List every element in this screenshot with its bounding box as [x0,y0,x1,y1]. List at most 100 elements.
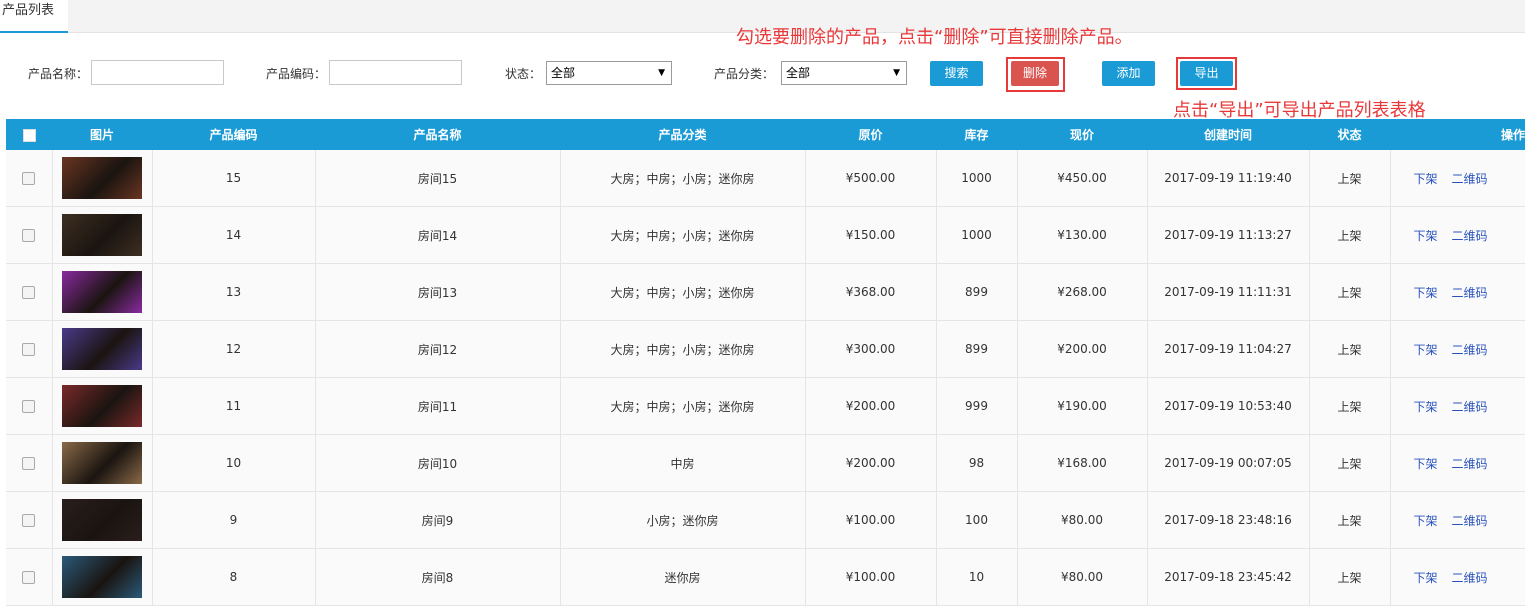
row-checkbox[interactable] [22,343,36,356]
row-checkbox[interactable] [22,400,36,413]
product-code: 14 [152,206,316,264]
row-select-cell [6,434,53,492]
product-code-input[interactable] [329,60,462,85]
select-all-header[interactable] [6,119,52,150]
row-checkbox[interactable] [22,172,36,185]
search-button[interactable]: 搜索 [930,61,983,86]
add-button[interactable]: 添加 [1102,61,1155,86]
category-label: 产品分类： [714,67,775,81]
delete-highlight-box [1006,57,1065,92]
current-price: ¥268.00 [1017,263,1148,321]
product-code: 12 [152,320,316,378]
tab-product-list[interactable]: 产品列表 [0,0,69,33]
status-select-value: 全部 [551,66,576,80]
row-actions: 下架 二维码 [1390,434,1525,492]
row-actions: 下架 二维码 [1390,150,1525,207]
takedown-link[interactable]: 下架 [1414,172,1438,186]
header-original-price: 原价 [805,119,936,150]
created-time: 2017-09-19 11:11:31 [1147,263,1310,321]
row-checkbox[interactable] [22,286,36,299]
takedown-link[interactable]: 下架 [1414,229,1438,243]
row-actions: 下架 二维码 [1390,377,1525,435]
row-image-cell [52,377,153,435]
row-image-cell [52,263,153,321]
status-select[interactable]: 全部 ▼ [546,61,672,85]
stock: 1000 [936,206,1018,264]
product-thumbnail [62,442,142,484]
table-row: 12 房间12 大房；中房；小房；迷你房 ¥300.00 899 ¥200.00 2017-… [6,320,1525,378]
takedown-link[interactable]: 下架 [1414,286,1438,300]
row-actions: 下架 二维码 [1390,548,1525,606]
qrcode-link[interactable]: 二维码 [1452,457,1488,471]
row-select-cell [6,206,53,264]
product-code: 11 [152,377,316,435]
row-checkbox[interactable] [22,514,36,527]
product-name-input[interactable] [91,60,224,85]
qrcode-link[interactable]: 二维码 [1452,229,1488,243]
stock: 999 [936,377,1018,435]
product-thumbnail [62,556,142,598]
product-category: 大房；中房；小房；迷你房 [560,206,806,264]
row-select-cell [6,377,53,435]
product-name: 房间12 [315,320,561,378]
row-select-cell [6,548,53,606]
qrcode-link[interactable]: 二维码 [1452,400,1488,414]
qrcode-link[interactable]: 二维码 [1452,571,1488,585]
product-name: 房间11 [315,377,561,435]
row-actions: 下架 二维码 [1390,320,1525,378]
takedown-link[interactable]: 下架 [1414,571,1438,585]
table-row: 13 房间13 大房；中房；小房；迷你房 ¥368.00 899 ¥268.00 2017-… [6,263,1525,321]
stock: 98 [936,434,1018,492]
qrcode-link[interactable]: 二维码 [1452,343,1488,357]
product-code-label: 产品编码： [266,67,327,81]
row-checkbox[interactable] [22,571,36,584]
product-category: 大房；中房；小房；迷你房 [560,320,806,378]
takedown-link[interactable]: 下架 [1414,514,1438,528]
original-price: ¥200.00 [805,377,937,435]
header-name: 产品名称 [315,119,560,150]
current-price: ¥80.00 [1017,548,1148,606]
stock: 10 [936,548,1018,606]
takedown-link[interactable]: 下架 [1414,400,1438,414]
row-checkbox[interactable] [22,457,36,470]
product-table: 图片 产品编码 产品名称 产品分类 原价 库存 现价 创建时间 状态 操作 15… [6,119,1525,606]
original-price: ¥100.00 [805,491,937,549]
original-price: ¥100.00 [805,548,937,606]
qrcode-link[interactable]: 二维码 [1452,514,1488,528]
row-actions: 下架 二维码 [1390,206,1525,264]
product-name: 房间8 [315,548,561,606]
table-row: 11 房间11 大房；中房；小房；迷你房 ¥200.00 999 ¥190.00 2017-… [6,377,1525,435]
status: 上架 [1309,548,1391,606]
select-all-checkbox[interactable] [22,128,36,142]
row-image-cell [52,150,153,207]
product-thumbnail [62,157,142,199]
takedown-link[interactable]: 下架 [1414,457,1438,471]
status: 上架 [1309,263,1391,321]
delete-annotation: 勾选要删除的产品，点击“删除”可直接删除产品。 [736,27,1133,48]
qrcode-link[interactable]: 二维码 [1452,172,1488,186]
product-name: 房间15 [315,150,561,207]
product-name: 房间10 [315,434,561,492]
original-price: ¥150.00 [805,206,937,264]
original-price: ¥300.00 [805,320,937,378]
product-category: 迷你房 [560,548,806,606]
row-select-cell [6,263,53,321]
status-label: 状态： [505,67,542,81]
header-created-time: 创建时间 [1147,119,1309,150]
qrcode-link[interactable]: 二维码 [1452,286,1488,300]
created-time: 2017-09-18 23:48:16 [1147,491,1310,549]
table-row: 8 房间8 迷你房 ¥100.00 10 ¥80.00 2017-09-18 23:45:4… [6,548,1525,606]
table-row: 15 房间15 大房；中房；小房；迷你房 ¥500.00 1000 ¥450.00 2017… [6,150,1525,207]
category-select[interactable]: 全部 ▼ [781,61,907,85]
product-category: 中房 [560,434,806,492]
product-name: 房间9 [315,491,561,549]
table-row: 10 房间10 中房 ¥200.00 98 ¥168.00 2017-09-19 00:07… [6,434,1525,492]
takedown-link[interactable]: 下架 [1414,343,1438,357]
row-select-cell [6,150,53,207]
row-checkbox[interactable] [22,229,36,242]
header-category: 产品分类 [560,119,805,150]
original-price: ¥500.00 [805,150,937,207]
stock: 899 [936,263,1018,321]
filter-bar: 产品名称： 产品编码： 状态： 全部 ▼ 产品分类： 全部 ▼ 搜索 删除 添加… [0,55,1525,95]
product-code: 8 [152,548,316,606]
